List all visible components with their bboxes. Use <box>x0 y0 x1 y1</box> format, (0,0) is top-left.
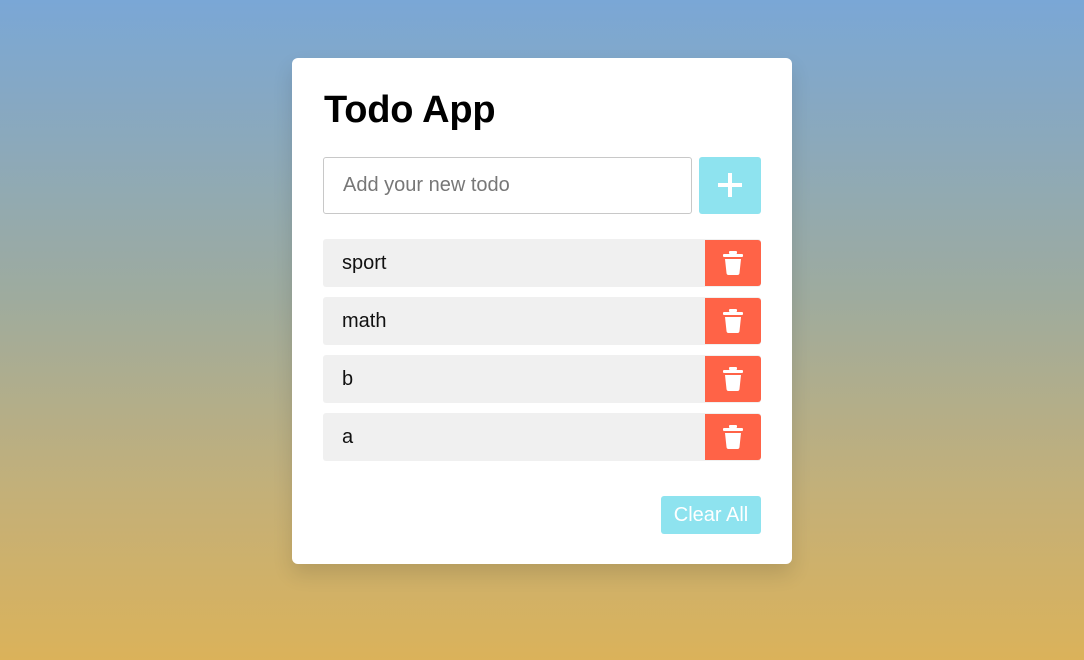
delete-todo-button[interactable] <box>705 356 761 402</box>
delete-todo-button[interactable] <box>705 240 761 286</box>
todo-text: sport <box>342 252 387 274</box>
app-title: Todo App <box>324 89 496 131</box>
trash-icon <box>723 309 743 333</box>
todo-card: Todo App sport math <box>292 58 792 564</box>
trash-icon <box>723 425 743 449</box>
todo-item: b <box>323 355 761 403</box>
todo-item: a <box>323 413 761 461</box>
todo-text: a <box>342 426 354 448</box>
clear-all-button[interactable]: Clear All <box>661 496 761 534</box>
todo-input[interactable] <box>323 157 692 214</box>
add-todo-button[interactable] <box>699 157 761 214</box>
trash-icon <box>723 367 743 391</box>
delete-todo-button[interactable] <box>705 414 761 460</box>
delete-todo-button[interactable] <box>705 298 761 344</box>
trash-icon <box>723 251 743 275</box>
todo-input-row <box>323 157 761 214</box>
todo-text: b <box>342 368 354 390</box>
todo-text: math <box>342 310 387 332</box>
todo-item: sport <box>323 239 761 287</box>
todo-item: math <box>323 297 761 345</box>
plus-icon <box>718 173 742 197</box>
todo-list: sport math b a <box>323 239 761 471</box>
